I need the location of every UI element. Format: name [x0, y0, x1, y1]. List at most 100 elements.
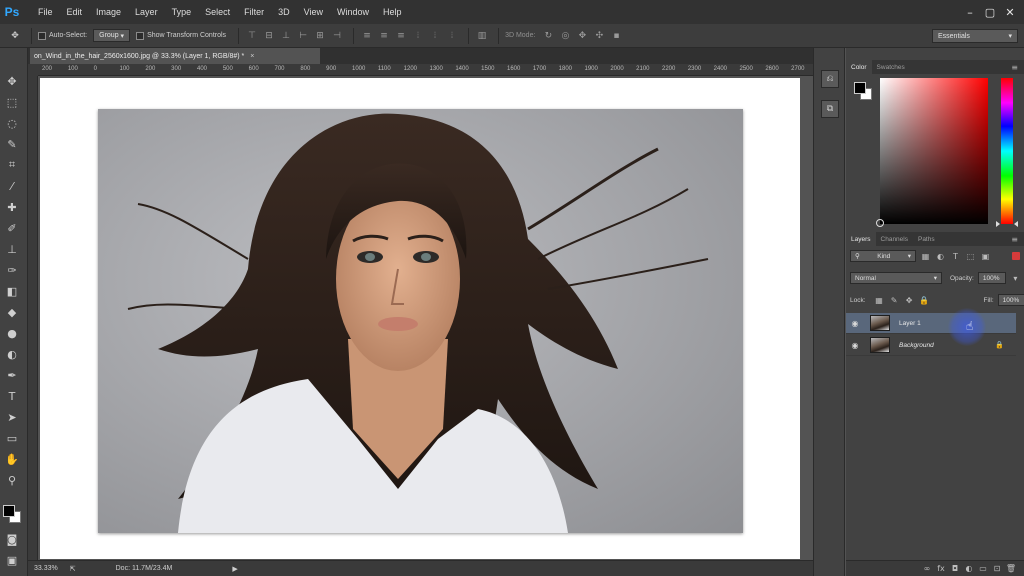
layer-row-layer-1[interactable]: ◉ Layer 1	[846, 313, 1016, 334]
menu-edit[interactable]: Edit	[67, 7, 83, 17]
photo-image[interactable]	[98, 109, 743, 533]
color-picker-field[interactable]	[880, 78, 988, 224]
layer-filter-dropdown[interactable]: ⚲ Kind ▾	[850, 250, 916, 262]
eraser-tool-icon[interactable]: ◧	[3, 282, 21, 300]
fx-icon[interactable]: fx	[934, 564, 948, 573]
auto-align-icon[interactable]: ▥	[475, 30, 489, 42]
filter-shape-icon[interactable]: ⬚	[965, 251, 976, 262]
adjustment-layer-icon[interactable]: ◐	[962, 564, 976, 573]
align-top-icon[interactable]: ⊤	[245, 30, 259, 42]
blur-tool-icon[interactable]: ●	[3, 324, 21, 342]
clone-stamp-tool-icon[interactable]: ⊥	[3, 240, 21, 258]
align-bottom-icon[interactable]: ⊥	[279, 30, 293, 42]
3d-pan-icon[interactable]: ✥	[575, 30, 589, 42]
menu-file[interactable]: File	[38, 7, 53, 17]
crop-tool-icon[interactable]: ⌗	[3, 156, 21, 174]
blend-mode-dropdown[interactable]: Normal ▾	[850, 272, 942, 284]
brush-tool-icon[interactable]: ✐	[3, 219, 21, 237]
auto-select-dropdown[interactable]: Group ▾	[93, 29, 131, 42]
tab-paths[interactable]: Paths	[913, 232, 940, 246]
type-tool-icon[interactable]: T	[3, 387, 21, 405]
pen-tool-icon[interactable]: ✒	[3, 366, 21, 384]
menu-image[interactable]: Image	[96, 7, 121, 17]
screen-mode-icon[interactable]: ▣	[3, 551, 21, 569]
hue-slider-handle-right[interactable]	[1014, 221, 1018, 227]
3d-roll-icon[interactable]: ◎	[558, 30, 572, 42]
add-mask-icon[interactable]: ◘	[948, 564, 962, 573]
quick-mask-icon[interactable]: ◙	[3, 530, 21, 548]
distribute-vcenter-icon[interactable]: ≡	[377, 30, 391, 42]
layer-name[interactable]: Layer 1	[899, 320, 921, 327]
workspace-dropdown[interactable]: Essentials ▾	[932, 29, 1018, 43]
export-icon[interactable]: ⇱	[70, 565, 76, 573]
3d-scale-icon[interactable]: ▪	[609, 30, 623, 42]
color-foreground-swatch[interactable]	[854, 82, 866, 94]
lock-all-icon[interactable]: 🔒	[919, 295, 930, 306]
align-right-icon[interactable]: ⊣	[330, 30, 344, 42]
filter-adjustment-icon[interactable]: ◐	[935, 251, 946, 262]
menu-3d[interactable]: 3D	[278, 7, 290, 17]
properties-panel-icon[interactable]: ⧉	[821, 100, 839, 118]
close-button[interactable]: ✕	[1000, 6, 1020, 19]
zoom-level[interactable]: 33.33%	[34, 565, 58, 572]
chevron-down-icon[interactable]: ▾	[1010, 273, 1021, 284]
minimize-button[interactable]: –	[960, 6, 980, 19]
lock-transparent-icon[interactable]: ▦	[874, 295, 885, 306]
panel-menu-icon[interactable]: ≡	[1011, 60, 1018, 74]
menu-window[interactable]: Window	[337, 7, 369, 17]
trash-icon[interactable]: 🗑	[1004, 564, 1018, 573]
menu-view[interactable]: View	[304, 7, 323, 17]
menu-type[interactable]: Type	[172, 7, 192, 17]
distribute-bottom-icon[interactable]: ≡	[394, 30, 408, 42]
new-group-icon[interactable]: ▭	[976, 564, 990, 573]
color-field-marker[interactable]	[876, 219, 884, 227]
menu-filter[interactable]: Filter	[244, 7, 264, 17]
align-vcenter-icon[interactable]: ⊟	[262, 30, 276, 42]
hue-slider[interactable]	[1001, 78, 1013, 224]
menu-select[interactable]: Select	[205, 7, 230, 17]
move-tool-preset-icon[interactable]: ✥	[8, 30, 22, 42]
menu-layer[interactable]: Layer	[135, 7, 158, 17]
tab-channels[interactable]: Channels	[876, 232, 913, 246]
close-icon[interactable]: ×	[250, 53, 254, 60]
filter-pixel-icon[interactable]: ▦	[920, 251, 931, 262]
status-menu-arrow-icon[interactable]: ▶	[232, 565, 237, 573]
align-hcenter-icon[interactable]: ⊞	[313, 30, 327, 42]
history-panel-icon[interactable]: ⎌	[821, 70, 839, 88]
hand-tool-icon[interactable]: ✋	[3, 450, 21, 468]
link-icon[interactable]: ∞	[920, 564, 934, 573]
dodge-tool-icon[interactable]: ◐	[3, 345, 21, 363]
rectangle-tool-icon[interactable]: ▭	[3, 429, 21, 447]
fill-input[interactable]: 100%	[997, 294, 1024, 306]
lock-position-icon[interactable]: ✥	[904, 295, 915, 306]
3d-slide-icon[interactable]: ✣	[592, 30, 606, 42]
align-left-icon[interactable]: ⊢	[296, 30, 310, 42]
distribute-top-icon[interactable]: ≡	[360, 30, 374, 42]
distribute-hcenter-icon[interactable]: ⦙	[428, 30, 442, 42]
move-tool-icon[interactable]: ✥	[3, 72, 21, 90]
path-select-tool-icon[interactable]: ➤	[3, 408, 21, 426]
3d-rotate-icon[interactable]: ↻	[541, 30, 555, 42]
filter-smart-object-icon[interactable]: ▣	[980, 251, 991, 262]
tab-color[interactable]: Color	[846, 60, 872, 74]
maximize-button[interactable]: ▢	[980, 6, 1000, 19]
eye-icon[interactable]: ◉	[846, 319, 864, 328]
opacity-input[interactable]: 100%	[977, 272, 1006, 284]
distribute-right-icon[interactable]: ⦙	[445, 30, 459, 42]
eyedropper-tool-icon[interactable]: ⁄	[3, 177, 21, 195]
history-brush-tool-icon[interactable]: ✑	[3, 261, 21, 279]
lasso-tool-icon[interactable]: ◌	[3, 114, 21, 132]
filter-toggle-button[interactable]	[1012, 252, 1020, 260]
tab-layers[interactable]: Layers	[846, 232, 876, 246]
hue-slider-handle-left[interactable]	[996, 221, 1000, 227]
healing-brush-tool-icon[interactable]: ✚	[3, 198, 21, 216]
new-layer-icon[interactable]: ⊡	[990, 564, 1004, 573]
marquee-tool-icon[interactable]: ⬚	[3, 93, 21, 111]
panel-menu-icon[interactable]: ≡	[1011, 232, 1018, 246]
tab-swatches[interactable]: Swatches	[872, 60, 910, 74]
document-canvas[interactable]	[40, 78, 800, 559]
zoom-tool-icon[interactable]: ⚲	[3, 471, 21, 489]
menu-help[interactable]: Help	[383, 7, 402, 17]
foreground-color-swatch[interactable]	[3, 505, 15, 517]
layer-name[interactable]: Background	[899, 342, 934, 349]
